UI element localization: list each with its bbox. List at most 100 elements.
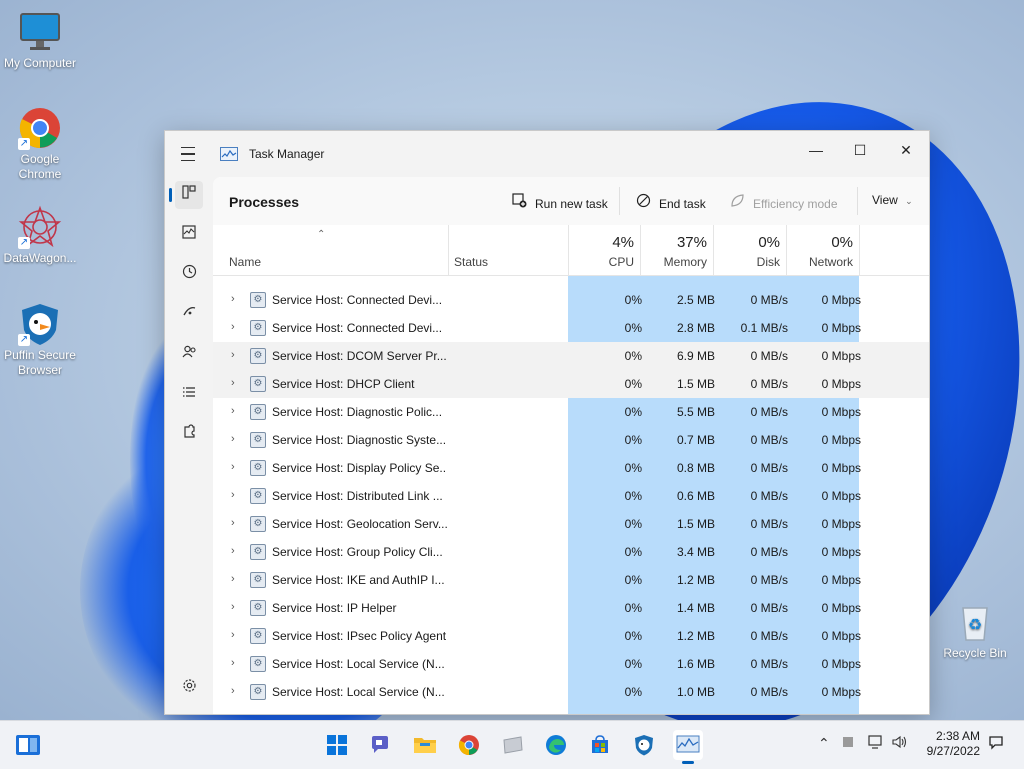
table-row[interactable]: › ⚙ Service Host: IPsec Policy Agent 0% 1.2 …	[213, 622, 929, 650]
column-name-label: Name	[229, 255, 262, 269]
column-cpu-label: CPU	[608, 255, 634, 269]
sidebar-services-icon[interactable]	[175, 421, 203, 449]
process-name: Service Host: Diagnostic Polic...	[272, 405, 443, 419]
expand-chevron-icon[interactable]: ›	[231, 489, 235, 501]
table-row[interactable]: › ⚙ Service Host: Distributed Link ... 0% 0.…	[213, 482, 929, 510]
process-disk: 0 MB/s	[750, 657, 788, 671]
sidebar-users-icon[interactable]	[175, 341, 203, 369]
sidebar-details-icon[interactable]	[175, 381, 203, 409]
service-host-icon: ⚙	[250, 572, 266, 588]
volume-icon[interactable]	[892, 735, 908, 752]
network-icon[interactable]	[868, 735, 884, 752]
process-cpu: 0%	[624, 293, 642, 307]
chevron-up-icon[interactable]: ⌃	[818, 735, 830, 752]
process-disk: 0 MB/s	[750, 517, 788, 531]
table-row[interactable]: › ⚙ Service Host: Display Policy Se... 0% 0.…	[213, 454, 929, 482]
column-name[interactable]: ⌃ Name	[213, 225, 449, 275]
sidebar-app-history-icon[interactable]	[175, 261, 203, 289]
column-memory[interactable]: 37% Memory	[640, 225, 714, 275]
expand-chevron-icon[interactable]: ›	[231, 601, 235, 613]
expand-chevron-icon[interactable]: ›	[231, 573, 235, 585]
expand-chevron-icon[interactable]: ›	[231, 517, 235, 529]
notifications-icon[interactable]	[988, 734, 1004, 753]
title-bar: Task Manager — ☐ ✕	[165, 131, 929, 177]
service-host-icon: ⚙	[250, 404, 266, 420]
desktop-icon-chrome[interactable]: ↗ Google Chrome	[0, 106, 80, 182]
table-row[interactable]: › ⚙ Service Host: IKE and AuthIP I... 0% 1.2…	[213, 566, 929, 594]
process-network: 0 Mbps	[821, 377, 861, 391]
table-row[interactable]: › ⚙ Service Host: Connected Devi... 0% 2.8 M…	[213, 314, 929, 342]
expand-chevron-icon[interactable]: ›	[231, 405, 235, 417]
app-icon[interactable]	[498, 730, 528, 760]
expand-chevron-icon[interactable]: ›	[231, 685, 235, 697]
efficiency-mode-label: Efficiency mode	[753, 197, 838, 211]
table-row[interactable]: › ⚙ Service Host: Local Service (N... 0% 1.6…	[213, 650, 929, 678]
process-cpu: 0%	[624, 517, 642, 531]
process-memory: 0.6 MB	[676, 489, 715, 503]
table-row[interactable]: › ⚙ Service Host: Group Policy Cli... 0% 3.4…	[213, 538, 929, 566]
chat-icon[interactable]	[365, 730, 395, 760]
sidebar-processes-icon[interactable]	[169, 181, 203, 209]
widgets-icon[interactable]	[13, 730, 43, 760]
table-row[interactable]: › ⚙ Service Host: IP Helper 0% 1.4 MB 0 MB/s 0…	[213, 594, 929, 622]
table-row[interactable]: › ⚙ Service Host: Local Service (N... 0% 1.0…	[213, 678, 929, 706]
table-row[interactable]: › ⚙ Service Host: Connected Devi... 0% 2.5 M…	[213, 286, 929, 314]
store-icon[interactable]	[585, 730, 615, 760]
process-cpu: 0%	[624, 601, 642, 615]
expand-chevron-icon[interactable]: ›	[231, 461, 235, 473]
expand-chevron-icon[interactable]: ›	[231, 377, 235, 389]
sidebar-startup-apps-icon[interactable]	[175, 301, 203, 329]
chrome-icon[interactable]	[454, 730, 484, 760]
desktop-icon-puffin[interactable]: ↗ Puffin Secure Browser	[0, 302, 80, 378]
process-name: Service Host: DCOM Server Pr...	[272, 349, 447, 363]
service-host-icon: ⚙	[250, 320, 266, 336]
edge-icon[interactable]	[541, 730, 571, 760]
expand-chevron-icon[interactable]: ›	[231, 433, 235, 445]
close-button[interactable]: ✕	[883, 135, 929, 165]
process-disk: 0 MB/s	[750, 573, 788, 587]
end-task-button[interactable]: End task	[635, 193, 706, 211]
column-network[interactable]: 0% Network	[786, 225, 860, 275]
column-disk-label: Disk	[756, 255, 780, 269]
expand-chevron-icon[interactable]: ›	[231, 545, 235, 557]
start-icon[interactable]	[322, 730, 352, 760]
process-disk: 0 MB/s	[750, 349, 788, 363]
expand-chevron-icon[interactable]: ›	[231, 293, 235, 305]
process-disk: 0 MB/s	[750, 405, 788, 419]
sidebar-performance-icon[interactable]	[175, 221, 203, 249]
puffin-icon[interactable]	[629, 730, 659, 760]
minimize-button[interactable]: —	[793, 135, 839, 165]
desktop-icon-my-computer[interactable]: My Computer	[0, 10, 80, 71]
clock[interactable]: 2:38 AM 9/27/2022	[927, 729, 980, 759]
process-cpu: 0%	[624, 349, 642, 363]
maximize-button[interactable]: ☐	[837, 135, 883, 165]
file-explorer-icon[interactable]	[410, 730, 440, 760]
expand-chevron-icon[interactable]: ›	[231, 629, 235, 641]
expand-chevron-icon[interactable]: ›	[231, 321, 235, 333]
table-row[interactable]: › ⚙ Service Host: DCOM Server Pr... 0% 6.9 M…	[213, 342, 929, 370]
service-host-icon: ⚙	[250, 488, 266, 504]
column-cpu[interactable]: 4% CPU	[568, 225, 641, 275]
desktop-icon-datawagon[interactable]: ↗ DataWagon...	[0, 205, 80, 266]
tray-app-icon[interactable]	[842, 735, 854, 751]
column-network-label: Network	[808, 255, 853, 269]
desktop-icon-recycle-bin[interactable]: ♻ Recycle Bin	[935, 600, 1015, 661]
table-row[interactable]: › ⚙ Service Host: Diagnostic Syste... 0% 0.7…	[213, 426, 929, 454]
table-row[interactable]: › ⚙ Service Host: Geolocation Serv... 0% 1.5…	[213, 510, 929, 538]
hamburger-menu-icon[interactable]	[181, 147, 195, 161]
efficiency-mode-button[interactable]: Efficiency mode	[729, 193, 838, 211]
run-new-task-button[interactable]: Run new task	[511, 193, 608, 211]
process-disk: 0 MB/s	[750, 433, 788, 447]
task-manager-icon[interactable]	[673, 730, 703, 764]
table-row[interactable]: › ⚙ Service Host: DHCP Client 0% 1.5 MB 0 MB/…	[213, 370, 929, 398]
table-row[interactable]: › ⚙ Service Host: Diagnostic Polic... 0% 5.5…	[213, 398, 929, 426]
expand-chevron-icon[interactable]: ›	[231, 349, 235, 361]
sidebar-settings-icon[interactable]	[175, 675, 203, 703]
service-host-icon: ⚙	[250, 684, 266, 700]
expand-chevron-icon[interactable]: ›	[231, 657, 235, 669]
column-disk[interactable]: 0% Disk	[713, 225, 787, 275]
process-disk: 0 MB/s	[750, 601, 788, 615]
view-menu-button[interactable]: View ⌄	[872, 193, 913, 207]
process-cpu: 0%	[624, 685, 642, 699]
column-status[interactable]: Status	[448, 225, 569, 275]
